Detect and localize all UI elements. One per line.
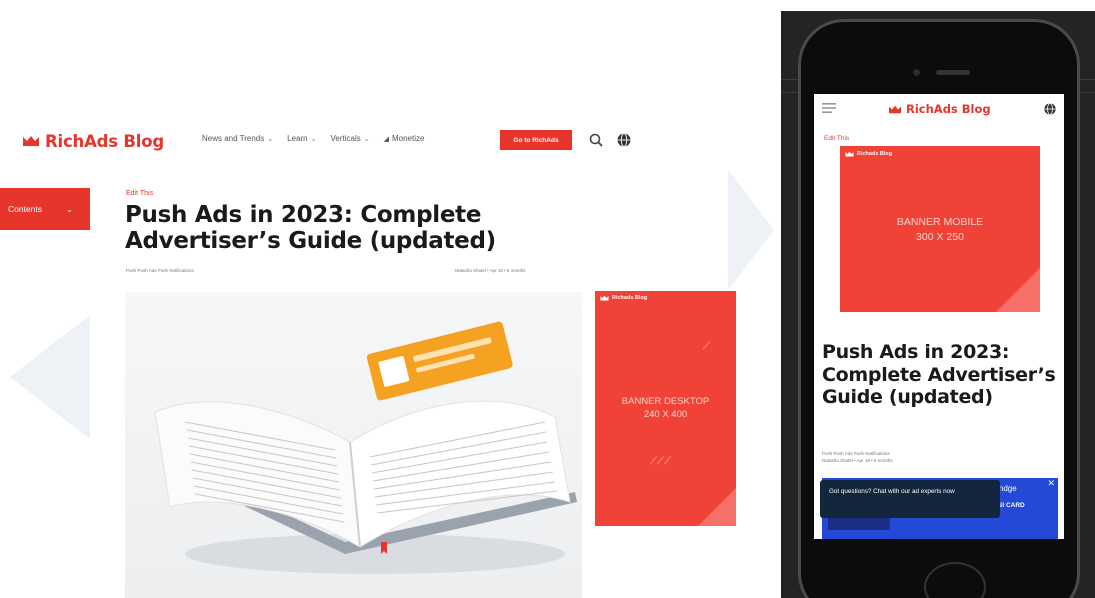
article-tags[interactable]: Push Push Ads Push Notifications [126,268,194,273]
crown-logo-icon [23,136,39,146]
nav-item-monetize[interactable]: ◢ Monetize [384,134,425,143]
search-icon[interactable] [588,132,604,148]
mobile-article-title: Push Ads in 2023: Complete Advertiser’s … [822,341,1056,408]
chevron-down-icon: ⌄ [363,135,370,143]
banner-brand: Richads Blog [845,151,892,157]
globe-icon[interactable] [1043,102,1057,116]
mobile-banner-ad[interactable]: Richads Blog BANNER MOBILE 300 X 250 [840,146,1040,312]
mobile-preview: RichAds Blog Edit This Richads Blog BANN… [781,11,1095,598]
crown-logo-icon [845,151,854,157]
site-logo-text: RichAds Blog [45,131,165,151]
mobile-article-meta: Natasha Shatel • Apr 18 • 5 months [822,458,893,463]
banner-line1: BANNER DESKTOP [621,396,710,407]
chat-text: Got questions? Chat with our ad experts … [829,488,955,495]
bg-decoration-right [728,170,774,290]
nav-item-label: Monetize [391,134,425,143]
nav-item-label: Learn [287,134,308,143]
mobile-edit-link[interactable]: Edit This [824,135,849,142]
ad-subtext: SI CARD [998,502,1025,509]
close-icon[interactable]: ✕ [1047,478,1055,489]
desktop-preview: RichAds Blog News and Trends ⌄ Learn ⌄ Ver… [0,0,775,598]
open-book-illustration [154,321,577,574]
site-logo[interactable]: RichAds Blog [22,132,164,151]
hamburger-icon[interactable] [822,103,836,113]
phone-home-button [924,562,986,598]
crown-logo-icon [600,295,609,301]
banner-corner [698,488,736,526]
monetize-icon: ◢ [383,135,389,143]
mobile-logo-text: RichAds Blog [906,102,991,116]
banner-decoration: ⟋⟋⟋ [650,456,671,467]
banner-brand-text: Richads Blog [612,295,648,301]
contents-toggle[interactable]: Contents ⌄ [0,188,90,230]
phone-camera [913,69,920,76]
article-meta: Natasha Shatel • Apr 18 • 5 months [455,268,526,273]
crown-logo-icon [889,105,901,113]
banner-line2: 240 X 400 [643,409,688,420]
chevron-down-icon: ⌄ [310,135,317,143]
nav-item-label: News and Trends [202,134,265,143]
banner-brand-text: Richads Blog [857,151,893,157]
banner-brand: Richads Blog [600,295,647,301]
contents-label: Contents [8,204,43,214]
chevron-down-icon: ⌄ [66,204,73,214]
nav-item-learn[interactable]: Learn ⌄ [287,134,316,143]
banner-corner [996,268,1040,312]
globe-icon[interactable] [616,132,632,148]
nav-item-news[interactable]: News and Trends ⌄ [202,134,273,143]
bg-decoration-left [10,315,90,439]
chat-popup[interactable]: Got questions? Chat with our ad experts … [820,480,1000,518]
banner-line1: BANNER MOBILE [896,216,984,228]
edit-this-link[interactable]: Edit This [126,190,153,197]
mobile-header: RichAds Blog [814,94,1064,124]
banner-decoration: ⟋ [703,341,710,352]
phone-speaker [936,70,970,75]
nav-item-label: Verticals [330,134,361,143]
nav-item-verticals[interactable]: Verticals ⌄ [330,134,369,143]
article-title: Push Ads in 2023: Complete Advertiser’s … [125,202,496,254]
nav-menu: News and Trends ⌄ Learn ⌄ Verticals ⌄ ◢ Mone… [202,134,424,143]
mobile-article-tags[interactable]: Push Push Ads Push Notifications [822,451,890,456]
banner-line2: 300 X 250 [916,231,964,243]
phone-screen: RichAds Blog Edit This Richads Blog BANN… [814,94,1064,539]
desktop-navbar: RichAds Blog News and Trends ⌄ Learn ⌄ Ver… [22,128,631,154]
desktop-banner-ad[interactable]: Richads Blog ⟋ BANNER DESKTOP 240 X 400 … [595,291,736,526]
mobile-logo[interactable]: RichAds Blog [888,102,991,116]
go-to-richads-button[interactable]: Go to RichAds [500,130,572,150]
hero-image [125,292,582,598]
ad-button[interactable] [828,516,890,530]
chevron-down-icon: ⌄ [267,135,274,143]
